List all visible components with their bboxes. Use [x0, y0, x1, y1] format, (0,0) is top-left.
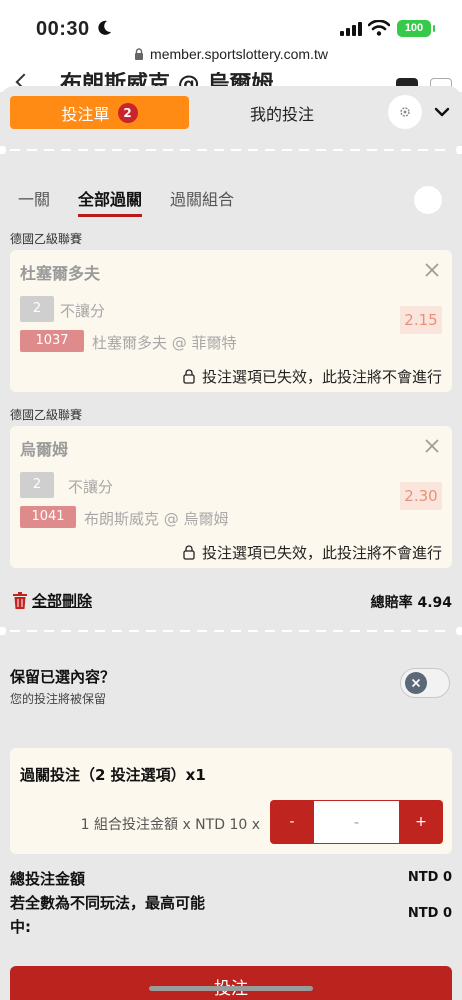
match-code: 1041: [20, 506, 76, 528]
dashed-divider: [0, 146, 462, 154]
battery-icon: 100: [397, 20, 435, 37]
subtab-all-parlay[interactable]: 全部過關: [78, 186, 143, 217]
close-icon[interactable]: [424, 262, 440, 278]
match-name: 杜塞爾多夫 @ 菲爾特: [92, 334, 237, 352]
url-text: member.sportslottery.com.tw: [150, 46, 328, 62]
parlay-amount-line: 1 組合投注金額 x NTD 10 x: [80, 817, 260, 833]
keep-selections-toggle[interactable]: [400, 668, 450, 698]
stake-stepper: - - +: [270, 800, 443, 844]
keep-selections-subtitle: 您的投注將被保留: [10, 692, 107, 706]
max-win-label: 若全數為不同玩法，最高可能: [10, 894, 206, 912]
signal-icon: [340, 22, 362, 36]
toggle-knob: [405, 672, 427, 694]
gear-icon: [400, 107, 410, 117]
wifi-icon: [368, 20, 390, 36]
subtab-parlay-combos[interactable]: 過關組合: [170, 186, 234, 216]
league-label: 德國乙級聯賽: [10, 232, 83, 246]
stake-input[interactable]: -: [314, 800, 399, 844]
bet-slip-sheet: 投注單 2 我的投注 一關 全部過關 過關組合 德國乙級聯賽 杜塞爾多夫 2 不…: [0, 86, 462, 1000]
lock-icon: [183, 545, 195, 560]
dashed-divider: [0, 627, 462, 635]
keep-selections-title: 保留已選內容？: [10, 668, 116, 686]
bet-card: 杜塞爾多夫 2 不讓分 2.15 1037 杜塞爾多夫 @ 菲爾特 投注選項已失…: [10, 250, 452, 392]
bet-count-badge: 2: [117, 102, 138, 123]
max-win-value: NTD 0: [407, 906, 452, 921]
moon-icon: [98, 20, 111, 35]
subtabs: 一關 全部過關 過關組合: [18, 186, 234, 220]
invalid-notice: 投注選項已失效，此投注將不會進行: [182, 542, 442, 563]
total-odds: 總賠率 4.94: [371, 592, 452, 612]
odds-value: 2.15: [400, 306, 442, 334]
max-win-label-cont: 中:: [10, 918, 31, 936]
status-bar: 00:30 100: [0, 0, 462, 46]
bet-card: 烏爾姆 2 不讓分 2.30 1041 布朗斯威克 @ 烏爾姆 投注選項已失效，…: [10, 426, 452, 568]
tab-my-bets[interactable]: 我的投注: [200, 96, 364, 129]
invalid-notice: 投注選項已失效，此投注將不會進行: [182, 366, 442, 387]
delete-all-button[interactable]: 全部刪除: [12, 590, 92, 611]
home-indicator: [149, 986, 313, 991]
lock-icon: [183, 369, 195, 384]
decrease-stake-button[interactable]: -: [270, 800, 314, 844]
total-odds-label: 總賠率: [370, 595, 413, 611]
close-icon[interactable]: [424, 438, 440, 454]
invalid-notice-text: 投注選項已失效，此投注將不會進行: [201, 368, 442, 386]
market-label: 不讓分: [60, 302, 106, 320]
url-bar[interactable]: member.sportslottery.com.tw: [0, 46, 462, 72]
close-icon: [411, 678, 421, 688]
bet-team: 烏爾姆: [20, 440, 69, 459]
lock-icon: [135, 48, 144, 60]
subtab-single[interactable]: 一關: [18, 186, 50, 216]
option-circle[interactable]: [414, 186, 442, 214]
place-bet-button[interactable]: 投注: [10, 966, 452, 1000]
invalid-notice-text: 投注選項已失效，此投注將不會進行: [201, 544, 442, 562]
parlay-card: 過關投注（2 投注選項）x1 1 組合投注金額 x NTD 10 x - - +: [10, 748, 452, 854]
odds-value: 2.30: [400, 482, 442, 510]
match-name: 布朗斯威克 @ 烏爾姆: [84, 510, 229, 528]
match-code: 1037: [20, 330, 84, 352]
parlay-title: 過關投注（2 投注選項）x1: [20, 766, 206, 784]
increase-stake-button[interactable]: +: [399, 800, 443, 844]
total-odds-value: 4.94: [417, 595, 452, 611]
option-number: 2: [20, 472, 54, 498]
tab-bet-slip[interactable]: 投注單 2: [10, 96, 189, 129]
market-label: 不讓分: [68, 478, 114, 496]
status-time: 00:30: [36, 18, 90, 40]
chevron-down-icon[interactable]: [432, 102, 452, 122]
bet-team: 杜塞爾多夫: [20, 264, 101, 283]
settings-button[interactable]: [388, 95, 422, 129]
tab-bet-slip-label: 投注單: [61, 104, 110, 124]
trash-icon: [13, 591, 27, 609]
option-number: 2: [20, 296, 54, 322]
total-stake-value: NTD 0: [407, 870, 452, 885]
league-label: 德國乙級聯賽: [10, 408, 83, 422]
total-stake-label: 總投注金額: [10, 870, 86, 888]
delete-all-label: 全部刪除: [32, 592, 93, 610]
